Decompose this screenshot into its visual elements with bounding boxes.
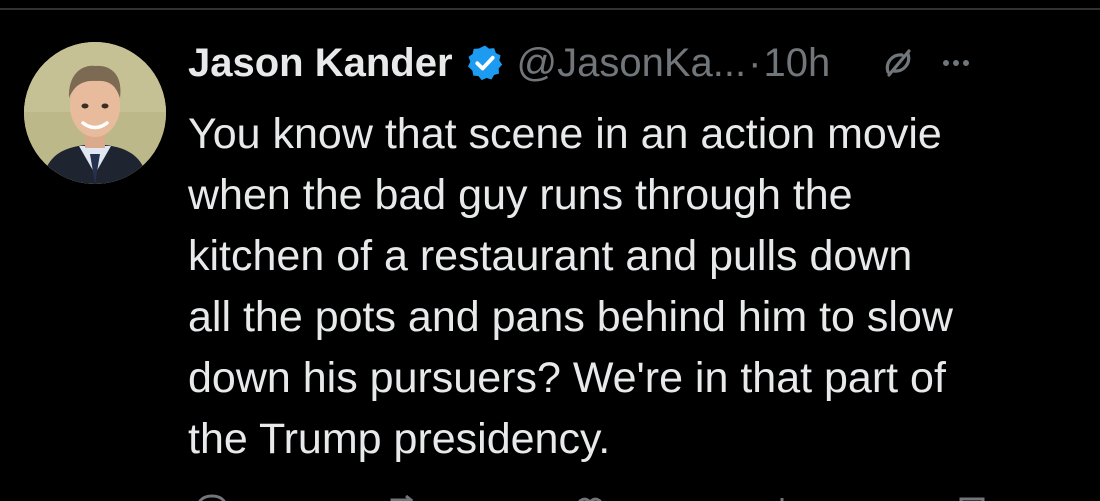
timestamp[interactable]: 10h <box>763 41 830 86</box>
avatar[interactable] <box>24 42 166 184</box>
like-icon[interactable] <box>570 488 610 501</box>
reply-icon[interactable] <box>192 488 232 501</box>
repost-icon[interactable] <box>384 488 424 501</box>
tweet-header: Jason Kander @JasonKa... · 10h <box>188 38 1078 88</box>
tweet-text-line: You know that scene in an action movie <box>188 110 942 158</box>
top-divider <box>0 8 1100 10</box>
more-options-icon[interactable] <box>936 43 976 83</box>
bookmark-icon[interactable] <box>952 488 992 501</box>
tweet-text-line: down his pursuers? We're in that part of <box>188 354 946 402</box>
separator-dot: · <box>748 40 762 85</box>
author-handle[interactable]: @JasonKa... <box>517 41 747 86</box>
tweet-actions-bar <box>188 488 1068 501</box>
tweet-text-line: kitchen of a restaurant and pulls down <box>188 232 913 280</box>
tweet-text-line: the Trump presidency. <box>188 415 611 463</box>
tweet-text-line: all the pots and pans behind him to slow <box>188 293 953 341</box>
tweet-screen: Jason Kander @JasonKa... · 10h You know … <box>0 0 1100 501</box>
views-icon[interactable] <box>762 488 802 501</box>
verified-badge-icon[interactable] <box>465 43 505 83</box>
tweet-text-line: when the bad guy runs through the <box>188 171 853 219</box>
display-name[interactable]: Jason Kander <box>188 41 453 86</box>
grok-icon[interactable] <box>878 43 918 83</box>
tweet-text: You know that scene in an action movie w… <box>188 104 1088 470</box>
avatar-image <box>24 42 166 184</box>
